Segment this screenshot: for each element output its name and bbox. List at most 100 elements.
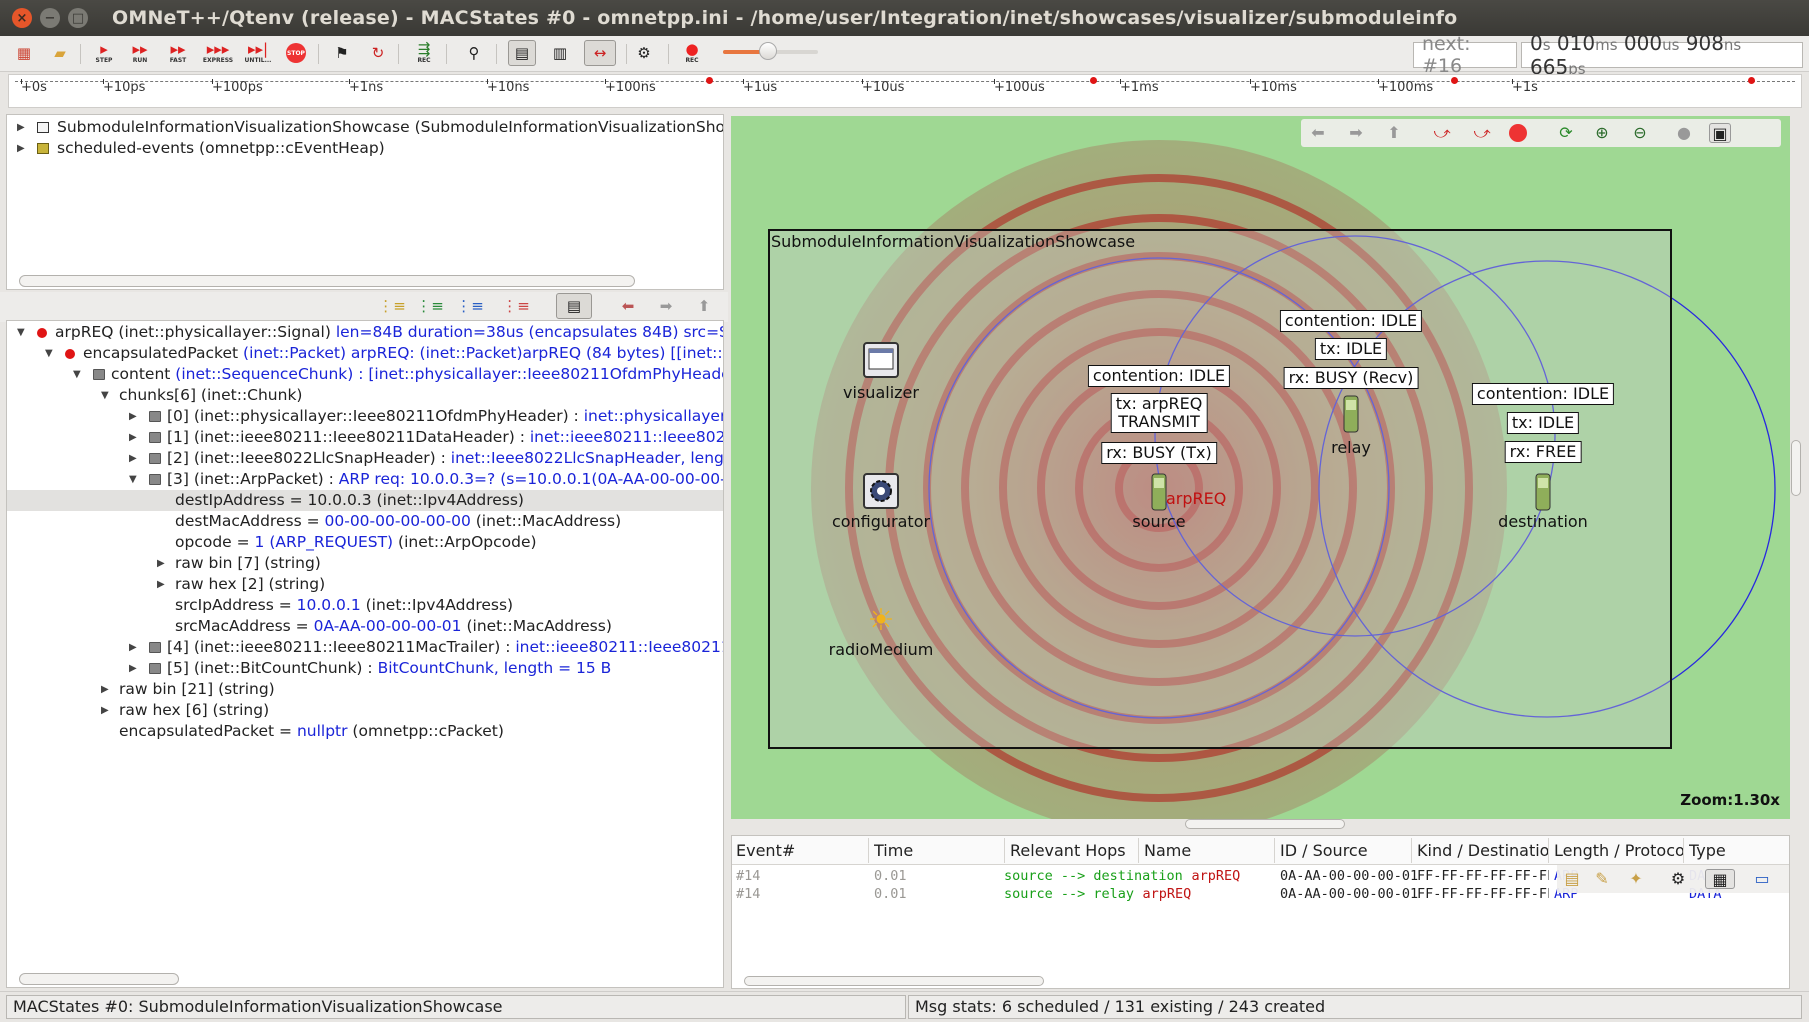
horizontal-scrollbar[interactable] <box>19 275 635 287</box>
inspector-field-row[interactable]: ▼ arpREQ (inet::physicallayer::Signal) le… <box>7 322 723 343</box>
expand-arrow-icon[interactable]: ▶ <box>129 406 137 427</box>
zoom-out-button[interactable]: ⊖ <box>1629 123 1651 143</box>
inspector-field-row[interactable]: ▶ [0] (inet::physicallayer::Ieee80211Ofdm… <box>7 406 723 427</box>
column-divider[interactable] <box>1004 838 1005 863</box>
expand-arrow-icon[interactable]: ▶ <box>101 700 109 721</box>
expand-arrow-icon[interactable]: ▶ <box>17 138 25 159</box>
canvas-back-button[interactable]: ⬅ <box>1307 123 1329 143</box>
log-column-header[interactable]: Type <box>1689 841 1726 860</box>
inspector-field-row[interactable]: ▶ [4] (inet::ieee80211::Ieee80211MacTrail… <box>7 637 723 658</box>
collapse-arrow-icon[interactable]: ▼ <box>17 322 25 343</box>
inspector-field-row[interactable]: ▶ [5] (inet::BitCountChunk) : BitCountChu… <box>7 658 723 679</box>
collapse-arrow-icon[interactable]: ▼ <box>73 364 81 385</box>
step-button[interactable]: ▸ STEP <box>90 40 118 66</box>
timeline-event-marker[interactable] <box>1090 77 1097 84</box>
inspector-field-row[interactable]: srcMacAddress = 0A-AA-00-00-00-01 (inet:… <box>7 616 723 637</box>
timeline-event-marker[interactable] <box>1748 77 1755 84</box>
collapse-arrow-icon[interactable]: ▼ <box>45 343 53 364</box>
mode-children-button[interactable]: ⋮≡ <box>378 293 406 319</box>
column-divider[interactable] <box>868 838 869 863</box>
finalize-button[interactable]: ⚑ <box>328 40 356 66</box>
expand-arrow-icon[interactable]: ▶ <box>17 117 25 138</box>
canvas-stop-button[interactable] <box>1507 123 1529 143</box>
log-column-header[interactable]: Relevant Hops <box>1010 841 1138 860</box>
log-column-header[interactable]: Event# <box>736 841 868 860</box>
find-objects-button[interactable]: ⚲ <box>460 40 488 66</box>
configurator-node[interactable] <box>862 472 900 510</box>
expand-arrow-icon[interactable]: ▶ <box>129 637 137 658</box>
inspector-field-row[interactable]: ▶ raw bin [21] (string) <box>7 679 723 700</box>
column-divider[interactable] <box>1548 838 1549 863</box>
inspector-field-row[interactable]: ▼ chunks[6] (inet::Chunk) <box>7 385 723 406</box>
inspector-field-row[interactable]: destMacAddress = 00-00-00-00-00-00 (inet… <box>7 511 723 532</box>
mode-grouped-button[interactable]: ⋮≡ <box>416 293 444 319</box>
run-button[interactable]: ▸▸ RUN <box>126 40 154 66</box>
inspector-field-row[interactable]: opcode = 1 (ARP_REQUEST) (inet::ArpOpcod… <box>7 532 723 553</box>
packet-mode-button[interactable]: ▤ <box>556 293 592 319</box>
speed-slider-handle[interactable] <box>759 42 777 60</box>
inspector-field-row[interactable]: ▶ [2] (inet::Ieee8022LlcSnapHeader) : ine… <box>7 448 723 469</box>
inspector-field-row[interactable]: ▶ raw bin [7] (string) <box>7 553 723 574</box>
expand-arrow-icon[interactable]: ▶ <box>129 448 137 469</box>
radio-medium-sun-icon[interactable]: ☀ <box>864 604 898 638</box>
window-maximize-button[interactable]: □ <box>68 8 88 28</box>
fast-run-button[interactable]: ▸▸ FAST <box>164 40 192 66</box>
collapse-arrow-icon[interactable]: ▼ <box>129 469 137 490</box>
toggle-animation-button[interactable]: ● <box>1673 123 1695 143</box>
canvas-mode-button[interactable]: ▣ <box>1709 123 1731 143</box>
timeline-toggle-button[interactable]: ↔ <box>584 40 616 66</box>
horizontal-scrollbar[interactable] <box>19 973 179 985</box>
log-highlight-button[interactable]: ✎ <box>1591 869 1613 889</box>
canvas-horizontal-scrollbar[interactable] <box>1185 819 1345 829</box>
load-ned-button[interactable]: ▰ <box>46 40 74 66</box>
mode-inheritance-button[interactable]: ⋮≡ <box>502 293 530 319</box>
column-divider[interactable] <box>1683 838 1684 863</box>
event-timeline[interactable]: +0s +10ps +100ps +1ns +10ns +100ns +1us +10us +1… <box>8 74 1802 108</box>
expand-arrow-icon[interactable]: ▶ <box>101 679 109 700</box>
record-video-button[interactable]: ● REC <box>678 40 706 66</box>
column-divider[interactable] <box>1138 838 1139 863</box>
inspector-field-row[interactable]: ▼ content (inet::SequenceChunk) : [inet::… <box>7 364 723 385</box>
zoom-in-button[interactable]: ⊕ <box>1591 123 1613 143</box>
inspector-field-row[interactable]: ▶ raw hex [2] (string) <box>7 574 723 595</box>
log-column-header[interactable]: Name <box>1144 841 1274 860</box>
inspector-field-row[interactable]: srcIpAddress = 10.0.0.1 (inet::Ipv4Addre… <box>7 595 723 616</box>
back-button[interactable]: ⬅ <box>614 293 642 319</box>
up-button[interactable]: ⬆ <box>690 293 718 319</box>
expand-arrow-icon[interactable]: ▶ <box>157 553 165 574</box>
visualizer-node[interactable] <box>862 341 900 379</box>
log-message-mode-button[interactable]: ▭ <box>1751 869 1773 889</box>
timeline-event-marker[interactable] <box>1451 77 1458 84</box>
expand-arrow-icon[interactable]: ▶ <box>157 574 165 595</box>
layout-horizontal-button[interactable]: ▤ <box>508 40 536 66</box>
canvas-up-button[interactable]: ⬆ <box>1383 123 1405 143</box>
log-horizontal-scrollbar[interactable] <box>744 976 1044 986</box>
expand-arrow-icon[interactable]: ▶ <box>129 427 137 448</box>
new-run-button[interactable]: ▦ <box>10 40 38 66</box>
collapse-arrow-icon[interactable]: ▼ <box>101 385 109 406</box>
window-close-button[interactable]: × <box>12 8 32 28</box>
tree-item-scheduled-events[interactable]: ▶ scheduled-events (omnetpp::cEventHeap) <box>7 138 723 159</box>
window-minimize-button[interactable]: − <box>40 8 60 28</box>
layout-vertical-button[interactable]: ▥ <box>546 40 574 66</box>
inspector-field-row[interactable]: destIpAddress = 10.0.0.3 (inet::Ipv4Addr… <box>7 490 723 511</box>
log-column-header[interactable]: Time <box>874 841 1004 860</box>
preferences-button[interactable]: ⚙ <box>630 40 658 66</box>
inspector-field-row[interactable]: ▼ encapsulatedPacket (inet::Packet) arpRE… <box>7 343 723 364</box>
inspector-field-row[interactable]: encapsulatedPacket = nullptr (omnetpp::c… <box>7 721 723 742</box>
timeline-event-marker[interactable] <box>706 77 713 84</box>
log-column-header[interactable]: Kind / Destination <box>1417 841 1548 860</box>
log-filter-button[interactable]: ✦ <box>1625 869 1647 889</box>
log-copy-button[interactable]: ▤ <box>1561 869 1583 889</box>
forward-button[interactable]: ➡ <box>652 293 680 319</box>
canvas-forward-button[interactable]: ➡ <box>1345 123 1367 143</box>
relayout-button[interactable]: ⟳ <box>1555 123 1577 143</box>
log-column-header[interactable]: ID / Source <box>1280 841 1411 860</box>
log-packet-mode-button[interactable]: ▦ <box>1705 869 1735 889</box>
rebuild-network-button[interactable]: ↻ <box>364 40 392 66</box>
inspector-field-row[interactable]: ▶ raw hex [6] (string) <box>7 700 723 721</box>
relay-node[interactable] <box>1341 394 1361 434</box>
inspector-field-row[interactable]: ▼ [3] (inet::ArpPacket) : ARP req: 10.0.0… <box>7 469 723 490</box>
expand-arrow-icon[interactable]: ▶ <box>129 658 137 679</box>
network-canvas[interactable]: SubmoduleInformationVisualizationShowcas… <box>731 116 1790 819</box>
